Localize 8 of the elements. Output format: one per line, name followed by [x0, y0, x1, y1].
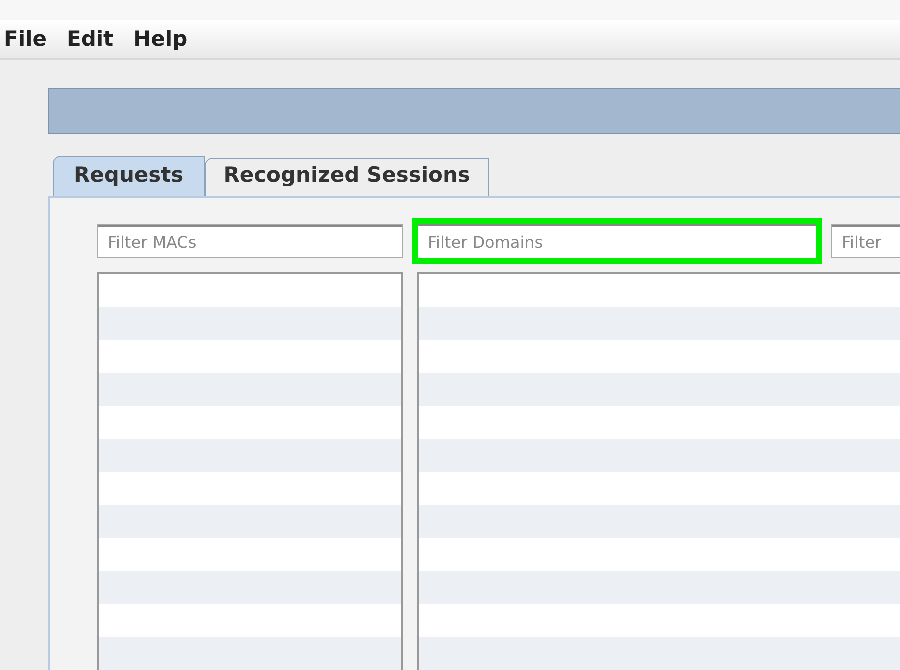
menu-item[interactable]: File	[4, 27, 47, 51]
filter-field[interactable]: Filter Domains	[418, 224, 816, 258]
tab[interactable]: Recognized Sessions	[204, 158, 490, 196]
tab[interactable]: Requests	[53, 156, 205, 196]
menu-item[interactable]: Help	[134, 27, 188, 51]
filter-field[interactable]: Filter	[832, 225, 900, 257]
filter-field[interactable]: Filter MACs	[98, 225, 402, 257]
menu-item[interactable]: Edit	[66, 27, 114, 51]
